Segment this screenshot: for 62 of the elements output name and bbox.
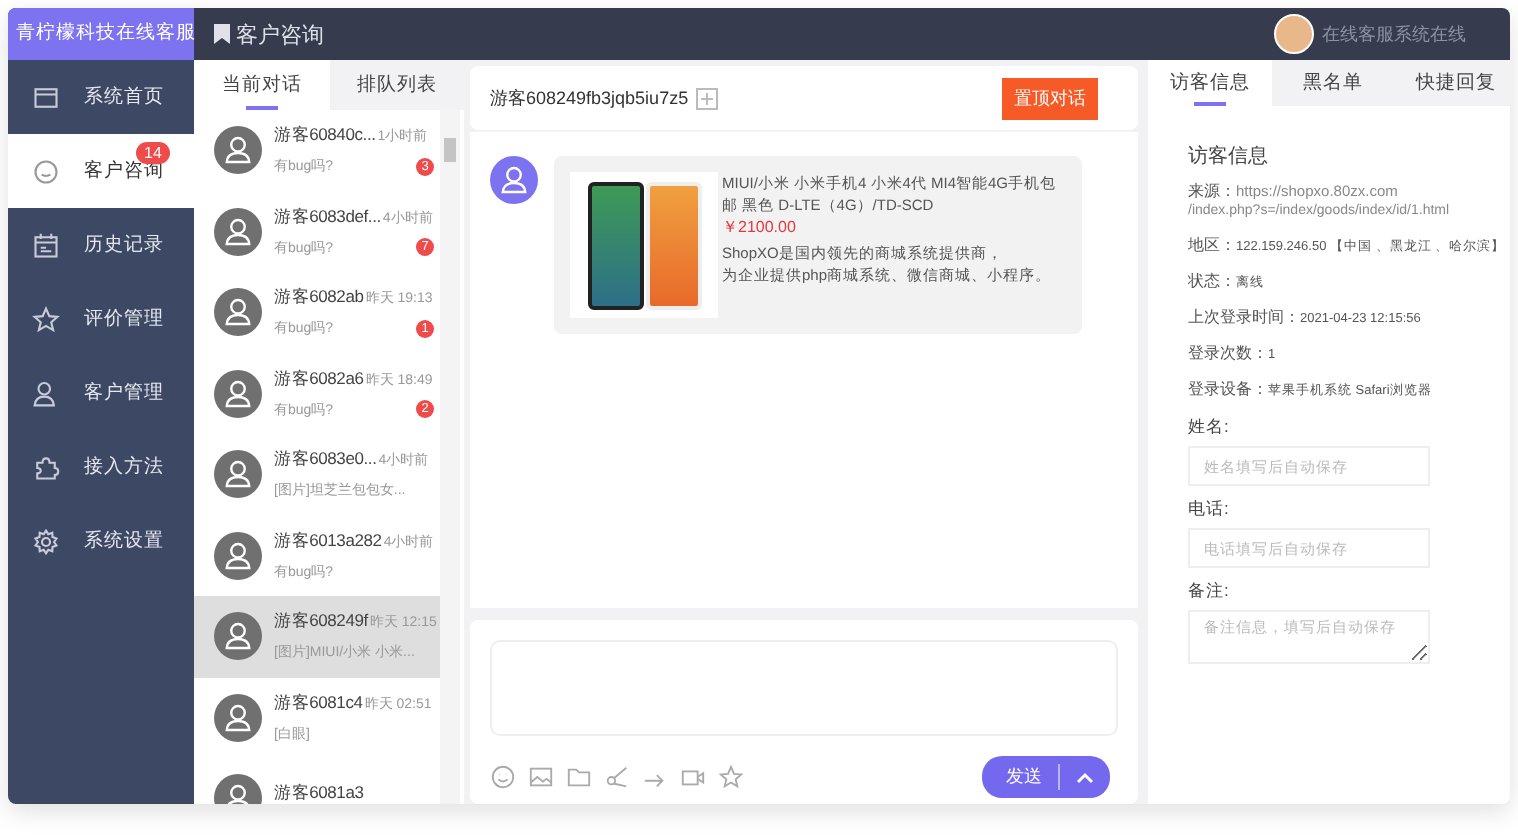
page-title: 客户咨询 [236, 21, 324, 49]
star-icon [32, 305, 60, 333]
add-icon[interactable] [696, 87, 719, 109]
field-label: 登录设备： [1188, 380, 1268, 398]
agent-status: 在线客服系统在线 [1322, 21, 1466, 47]
visitor-name: 游客6081c4 [274, 691, 363, 716]
scrollbar[interactable] [440, 110, 460, 804]
sidebar-item[interactable]: 接入方法 [8, 430, 194, 504]
tab[interactable]: 黑名单 [1271, 60, 1395, 106]
visitor-name: 游客608249f [274, 610, 368, 635]
visitor-name: 游客6083e0... [274, 448, 377, 473]
field-label: 姓名: [1188, 416, 1231, 440]
visitor-name: 游客6013a282 [274, 529, 382, 554]
sidebar-item[interactable]: 客户管理 [8, 356, 194, 430]
tab[interactable]: 排队列表 [329, 60, 464, 110]
visitor-name: 游客6082a6 [274, 367, 364, 392]
avatar-icon [214, 207, 262, 256]
field-label: 状态： [1188, 272, 1236, 290]
avatar-icon [214, 369, 262, 418]
avatar-icon [214, 450, 262, 499]
visitor-name: 游客60840c... [274, 124, 376, 149]
puzzle-icon [32, 453, 60, 481]
avatar-icon[interactable] [1274, 14, 1314, 54]
tab[interactable]: 快捷回复 [1394, 60, 1510, 106]
emoji-icon[interactable] [490, 764, 516, 790]
user-icon [32, 379, 60, 407]
app-logo: 青柠檬科技在线客服 [8, 8, 194, 60]
sidebar-item[interactable]: 系统首页 [8, 60, 194, 134]
avatar-icon [214, 288, 262, 337]
send-button[interactable]: 发送 [1006, 764, 1060, 790]
scissors-icon[interactable] [604, 764, 630, 790]
visitor-name: 游客6083def... [274, 205, 381, 230]
gear-icon [32, 527, 60, 555]
bookmark-icon [214, 24, 230, 44]
sidebar-item[interactable]: 历史记录 [8, 208, 194, 282]
window-icon [32, 83, 60, 111]
folder-icon[interactable] [566, 764, 592, 790]
visitor-name: 游客6081a3 [274, 782, 364, 804]
product-price: ￥2100.00 [722, 216, 798, 238]
field-label: 登录次数： [1188, 344, 1268, 362]
chat-bubble-icon [32, 157, 60, 185]
avatar-icon [214, 612, 262, 661]
caret-icon[interactable] [1076, 771, 1094, 783]
field-label: 来源： [1188, 182, 1236, 200]
visitor-name: 游客608249fb3jqb5iu7z5 [490, 85, 689, 111]
avatar-icon [214, 531, 262, 580]
conversation-item[interactable]: 游客6081a3 [194, 758, 440, 804]
calendar-icon [32, 231, 60, 259]
avatar-icon [214, 693, 262, 742]
image-icon[interactable] [528, 764, 554, 790]
avatar-icon [214, 126, 262, 175]
sidebar-item[interactable]: 评价管理 [8, 282, 194, 356]
field-label: 上次登录时间： [1188, 308, 1300, 326]
star-icon[interactable] [718, 764, 744, 790]
visitor-name: 游客6082ab [274, 286, 364, 311]
avatar-icon [490, 156, 538, 204]
sidebar-item[interactable]: 系统设置 [8, 504, 194, 578]
section-heading: 访客信息 [1188, 143, 1270, 170]
field-label: 电话: [1188, 498, 1231, 522]
field-label: 地区： [1188, 236, 1236, 254]
field-label: 备注: [1188, 580, 1231, 604]
count-badge: 14 [136, 142, 170, 164]
